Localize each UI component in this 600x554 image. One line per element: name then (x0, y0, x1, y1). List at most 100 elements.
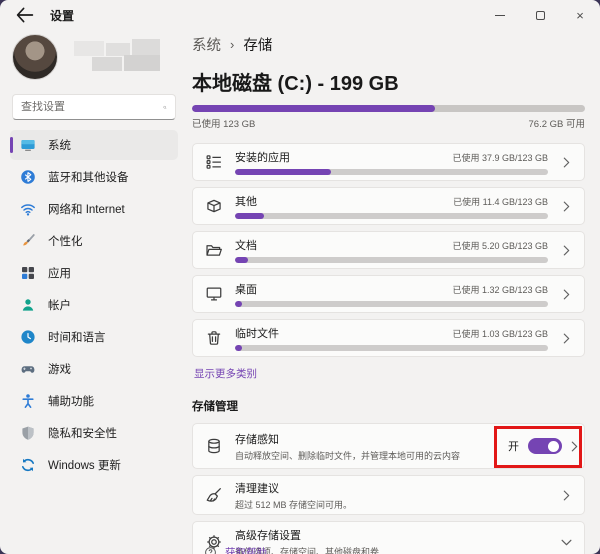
sidebar-item-accounts[interactable]: 帐户 (10, 290, 178, 320)
sidebar-item-bluetooth[interactable]: 蓝牙和其他设备 (10, 162, 178, 192)
sidebar-item-system[interactable]: 系统 (10, 130, 178, 160)
category-usage-bar (235, 257, 548, 263)
sidebar-item-privacy[interactable]: 隐私和安全性 (10, 418, 178, 448)
category-label: 临时文件 (235, 325, 279, 341)
storage-sense-row[interactable]: 存储感知 自动释放空间、删除临时文件，并管理本地可用的云内容 开 (192, 423, 585, 469)
chevron-right-icon (548, 320, 584, 356)
category-label: 桌面 (235, 281, 257, 297)
user-profile[interactable] (10, 30, 178, 92)
apps-grid-icon (20, 265, 36, 281)
disk-usage-labels: 已使用 123 GB 76.2 GB 可用 (192, 116, 585, 130)
disk-usage-bar (192, 105, 585, 112)
advanced-storage-description: 备份选项、存储空间、其他磁盘和卷 (235, 545, 548, 554)
titlebar: 设置 × (0, 0, 600, 30)
minimize-icon (495, 15, 505, 16)
category-row-installed-apps[interactable]: 安装的应用 已使用 37.9 GB/123 GB (192, 143, 585, 181)
storage-categories: 安装的应用 已使用 37.9 GB/123 GB 其他 已使用 11.4 GB/… (192, 143, 585, 357)
help-question-icon (204, 546, 217, 554)
category-usage-bar (235, 345, 548, 351)
minimize-button[interactable] (480, 0, 520, 30)
sidebar-item-apps[interactable]: 应用 (10, 258, 178, 288)
chevron-right-icon (548, 188, 584, 224)
chevron-down-icon (548, 539, 584, 546)
system-icon (20, 137, 36, 153)
sidebar-item-windows-update[interactable]: Windows 更新 (10, 450, 178, 480)
sidebar-item-network[interactable]: 网络和 Internet (10, 194, 178, 224)
maximize-icon (536, 11, 545, 20)
category-label: 文档 (235, 237, 257, 253)
chevron-right-icon (548, 490, 584, 501)
category-row-temp-files[interactable]: 临时文件 已使用 1.03 GB/123 GB (192, 319, 585, 357)
maximize-button[interactable] (520, 0, 560, 30)
sidebar-item-label: 蓝牙和其他设备 (48, 169, 129, 185)
sidebar-item-label: 网络和 Internet (48, 201, 125, 217)
breadcrumb-parent[interactable]: 系统 (192, 34, 221, 55)
sidebar-item-time-language[interactable]: 时间和语言 (10, 322, 178, 352)
category-row-documents[interactable]: 文档 已使用 5.20 GB/123 GB (192, 231, 585, 269)
category-usage-bar (235, 213, 548, 219)
network-wifi-icon (20, 201, 36, 217)
sidebar-item-label: 帐户 (48, 297, 71, 313)
storage-sense-toggle[interactable] (528, 438, 562, 454)
close-button[interactable]: × (560, 0, 600, 30)
sidebar-item-label: 时间和语言 (48, 329, 106, 345)
accounts-person-icon (20, 297, 36, 313)
avatar (12, 34, 58, 80)
window-controls: × (480, 0, 600, 30)
cleanup-broom-icon (193, 486, 235, 504)
user-name-redacted (68, 39, 170, 75)
sidebar-item-personalization[interactable]: 个性化 (10, 226, 178, 256)
breadcrumb: 系统 › 存储 (192, 34, 585, 55)
sidebar-nav: 系统 蓝牙和其他设备 网络和 Internet 个性化 应用 帐户 (10, 130, 178, 480)
category-usage: 已使用 11.4 GB/123 GB (453, 195, 548, 208)
cleanup-description: 超过 512 MB 存储空间可用。 (235, 498, 548, 511)
chevron-right-icon (548, 144, 584, 180)
category-usage-bar (235, 169, 548, 175)
sidebar-item-accessibility[interactable]: 辅助功能 (10, 386, 178, 416)
category-row-desktop[interactable]: 桌面 已使用 1.32 GB/123 GB (192, 275, 585, 313)
windows-update-icon (20, 457, 36, 473)
back-arrow-icon (14, 4, 36, 26)
sidebar-item-label: 应用 (48, 265, 71, 281)
cleanup-recommendations-row[interactable]: 清理建议 超过 512 MB 存储空间可用。 (192, 475, 585, 515)
category-usage: 已使用 1.03 GB/123 GB (452, 327, 548, 340)
get-help-link[interactable]: 获取帮助 (204, 545, 267, 554)
chevron-right-icon (571, 441, 578, 452)
page-title: 本地磁盘 (C:) - 199 GB (192, 67, 585, 96)
search-input[interactable] (21, 101, 163, 113)
section-title-storage-management: 存储管理 (192, 398, 585, 414)
accessibility-person-icon (20, 393, 36, 409)
storage-sense-controls: 开 (508, 438, 584, 454)
chevron-right-icon (548, 276, 584, 312)
category-usage: 已使用 37.9 GB/123 GB (452, 151, 548, 164)
get-help-label: 获取帮助 (225, 545, 267, 554)
advanced-storage-title: 高级存储设置 (235, 527, 548, 543)
sidebar-item-label: 个性化 (48, 233, 83, 249)
settings-search (12, 94, 176, 120)
bluetooth-icon (20, 169, 36, 185)
category-usage: 已使用 5.20 GB/123 GB (452, 239, 548, 252)
gaming-controller-icon (20, 361, 36, 377)
storage-sense-title: 存储感知 (235, 431, 508, 447)
back-button[interactable] (14, 4, 36, 26)
toggle-state-label: 开 (508, 438, 519, 454)
settings-window: 设置 × 系统 蓝牙和其他设备 (0, 0, 600, 554)
category-usage-bar (235, 301, 548, 307)
temp-files-trash-icon (193, 320, 235, 356)
installed-apps-icon (193, 144, 235, 180)
sidebar-item-label: 隐私和安全性 (48, 425, 117, 441)
sidebar-item-label: 辅助功能 (48, 393, 94, 409)
category-usage: 已使用 1.32 GB/123 GB (452, 283, 548, 296)
time-language-clock-icon (20, 329, 36, 345)
app-title: 设置 (50, 7, 74, 24)
sidebar-item-label: 游戏 (48, 361, 71, 377)
personalization-brush-icon (20, 233, 36, 249)
main-content: 系统 › 存储 本地磁盘 (C:) - 199 GB 已使用 123 GB 76… (192, 30, 600, 554)
sidebar-item-gaming[interactable]: 游戏 (10, 354, 178, 384)
sidebar-item-label: Windows 更新 (48, 457, 121, 473)
toggle-knob (548, 441, 559, 452)
show-more-categories-link[interactable]: 显示更多类别 (194, 366, 585, 381)
documents-folder-icon (193, 232, 235, 268)
category-row-other[interactable]: 其他 已使用 11.4 GB/123 GB (192, 187, 585, 225)
breadcrumb-current: 存储 (243, 34, 272, 55)
